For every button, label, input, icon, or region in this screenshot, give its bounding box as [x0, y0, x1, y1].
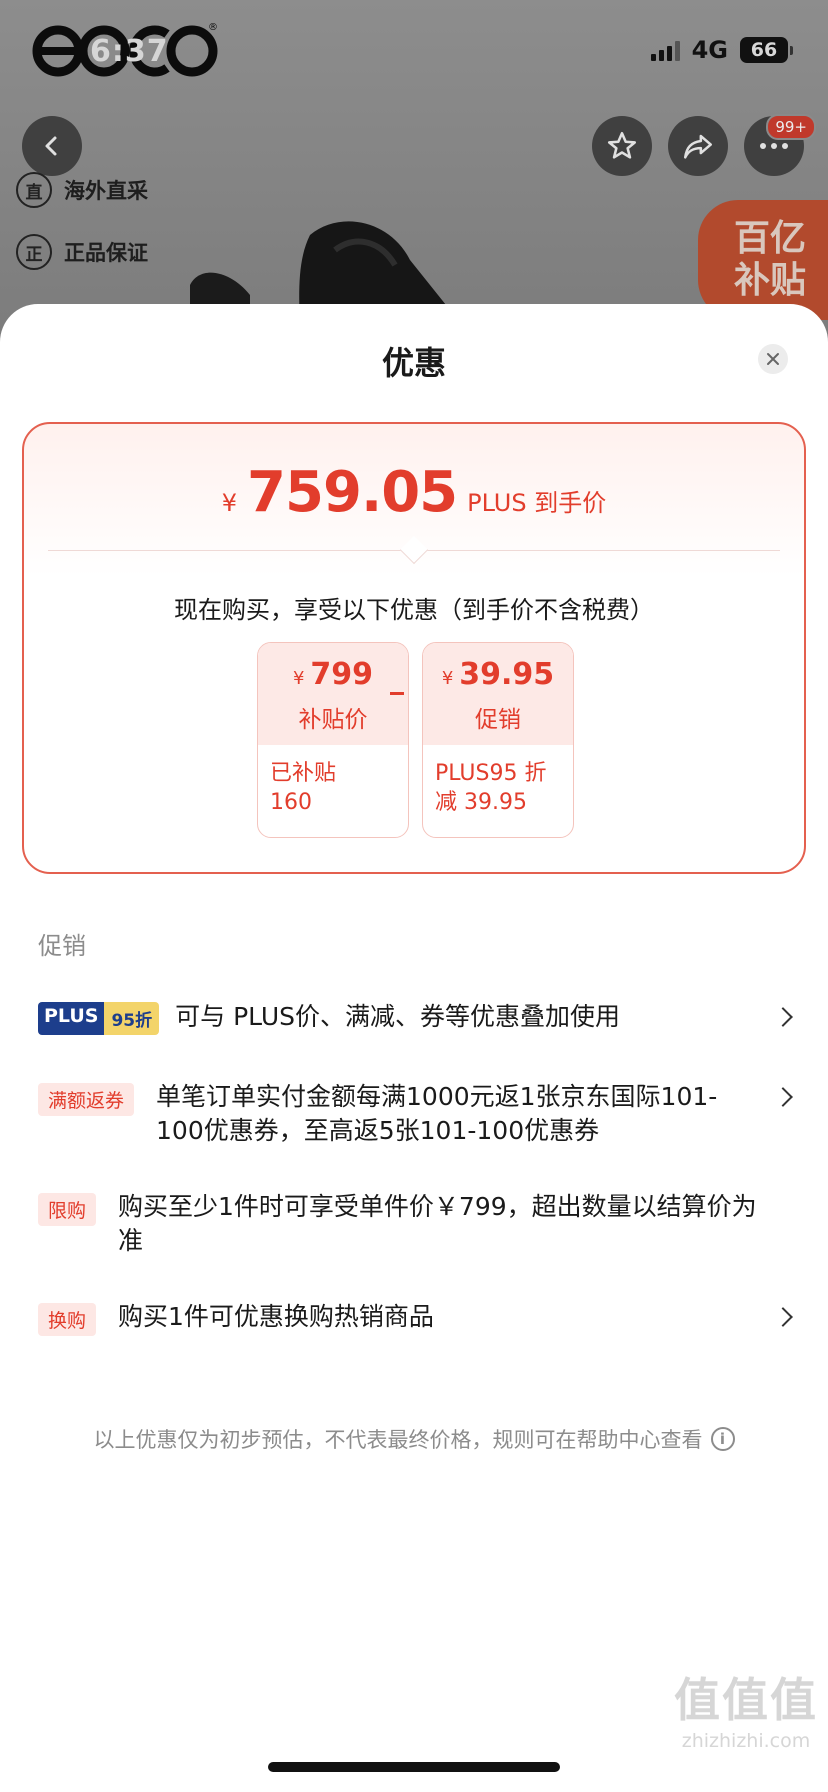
- home-indicator[interactable]: [268, 1762, 560, 1772]
- promotion-label: 促销: [475, 707, 521, 733]
- promo-text: 购买1件可优惠换购热销商品: [118, 1302, 434, 1331]
- product-page-background: ® 6:37 4G 66 99+ 直 海外直采 正 正品保证 百亿 补贴: [0, 0, 828, 340]
- subsidy-desc-line1: 已补贴: [270, 761, 337, 786]
- sheet-title: 优惠: [381, 344, 446, 382]
- calc-box-head: ¥39.95 促销: [423, 643, 573, 745]
- feature-label: 海外直采: [64, 179, 148, 203]
- calc-value: ¥39.95: [423, 657, 573, 692]
- calc-box-head: ¥799 补贴价: [258, 643, 408, 745]
- disclaimer: 以上优惠仅为初步预估，不代表最终价格，规则可在帮助中心查看 i: [0, 1424, 828, 1454]
- purchase-note: 现在购买，享受以下优惠（到手价不含税费）: [174, 596, 654, 624]
- network-label: 4G: [691, 36, 728, 64]
- price-breakdown-card: ¥ 759.05 PLUS 到手价 现在购买，享受以下优惠（到手价不含税费） ¥…: [22, 422, 806, 874]
- final-price: 759.05: [247, 460, 458, 525]
- genuine-icon: 正: [16, 234, 52, 270]
- chevron-right-icon: [773, 1307, 793, 1327]
- promo-tag: 满额返券: [38, 1083, 135, 1116]
- chevron-right-icon: [773, 1087, 793, 1107]
- share-button[interactable]: [668, 116, 728, 176]
- plus-discount-tag: PLUS 95折: [38, 1002, 160, 1035]
- promo-text: 可与 PLUS价、满减、券等优惠叠加使用: [175, 1002, 621, 1031]
- currency-symbol: ¥: [441, 668, 454, 689]
- overseas-icon: 直: [16, 172, 52, 208]
- feature-label: 正品保证: [64, 241, 148, 265]
- chevron-left-icon: [45, 136, 57, 156]
- more-icon: [760, 143, 788, 149]
- feature-genuine: 正 正品保证: [16, 234, 148, 270]
- promotions-heading: 促销: [38, 932, 86, 960]
- final-price-row: ¥ 759.05 PLUS 到手价: [24, 460, 804, 525]
- subsidy-badge[interactable]: 百亿 补贴: [698, 200, 828, 320]
- close-icon: [767, 353, 779, 365]
- svg-text:®: ®: [208, 22, 218, 33]
- promo-text: 购买至少1件时可享受单件价￥799，超出数量以结算价为准: [118, 1192, 757, 1255]
- signal-icon: [650, 39, 680, 61]
- disclaimer-text: 以上优惠仅为初步预估，不代表最终价格，规则可在帮助中心查看: [93, 1428, 703, 1452]
- share-icon: [683, 134, 713, 159]
- discount-sheet: 优惠 ¥ 759.05 PLUS 到手价 现在购买，享受以下优惠（到手价不含税费…: [0, 304, 828, 1792]
- promo-tag: 换购: [38, 1303, 97, 1336]
- promo-item-plus[interactable]: PLUS 95折 可与 PLUS价、满减、券等优惠叠加使用: [38, 1000, 798, 1035]
- currency-symbol: ¥: [292, 668, 305, 689]
- subsidy-price-value: 799: [310, 657, 374, 692]
- feature-overseas: 直 海外直采: [16, 172, 148, 208]
- promotion-desc-line2: 减 39.95: [435, 790, 527, 815]
- notification-badge: 99+: [766, 114, 816, 140]
- final-price-label: PLUS 到手价: [467, 489, 607, 517]
- currency-symbol: ¥: [221, 489, 238, 517]
- promo-item-coupon-return[interactable]: 满额返券 单笔订单实付金额每满1000元返1张京东国际101-100优惠券，至高…: [38, 1080, 798, 1148]
- subsidy-desc-line2: 160: [270, 790, 312, 815]
- promo-text: 单笔订单实付金额每满1000元返1张京东国际101-100优惠券，至高返5张10…: [156, 1082, 718, 1145]
- status-time: 6:37: [90, 34, 169, 69]
- promotion-desc: PLUS95 折 减 39.95: [423, 745, 573, 817]
- promo-item-exchange[interactable]: 换购 购买1件可优惠换购热销商品: [38, 1300, 798, 1336]
- close-button[interactable]: [758, 344, 788, 374]
- promotion-box: ¥39.95 促销 PLUS95 折 减 39.95: [422, 642, 574, 838]
- watermark-main: 值值值: [674, 1673, 818, 1727]
- chevron-right-icon: [773, 1007, 793, 1027]
- site-watermark: 值值值 zhizhizhi.com: [674, 1664, 818, 1752]
- watermark-sub: zhizhizhi.com: [681, 1730, 811, 1752]
- divider-notch: [399, 535, 429, 565]
- promo-item-purchase-limit: 限购 购买至少1件时可享受单件价￥799，超出数量以结算价为准: [38, 1190, 798, 1258]
- promo-tag: 限购: [38, 1193, 97, 1226]
- promotion-value: 39.95: [459, 657, 555, 692]
- favorite-button[interactable]: [592, 116, 652, 176]
- subsidy-badge-line2: 补贴: [734, 260, 807, 301]
- info-icon[interactable]: i: [710, 1427, 735, 1451]
- calc-value: ¥799: [258, 657, 408, 692]
- status-indicators: 4G 66: [650, 36, 793, 64]
- subsidy-badge-line1: 百亿: [734, 218, 807, 259]
- back-button[interactable]: [22, 116, 82, 176]
- plus-tag-right: 95折: [104, 1002, 160, 1035]
- plus-tag-left: PLUS: [38, 1002, 105, 1035]
- minus-sign: [390, 692, 404, 695]
- promotion-desc-line1: PLUS95 折: [435, 761, 547, 786]
- battery-icon: 66: [740, 37, 793, 63]
- subsidy-desc: 已补贴 160: [258, 745, 408, 817]
- star-icon: [607, 131, 637, 159]
- subsidy-price-label: 补贴价: [298, 707, 368, 733]
- subsidy-price-box: ¥799 补贴价 已补贴 160: [257, 642, 409, 838]
